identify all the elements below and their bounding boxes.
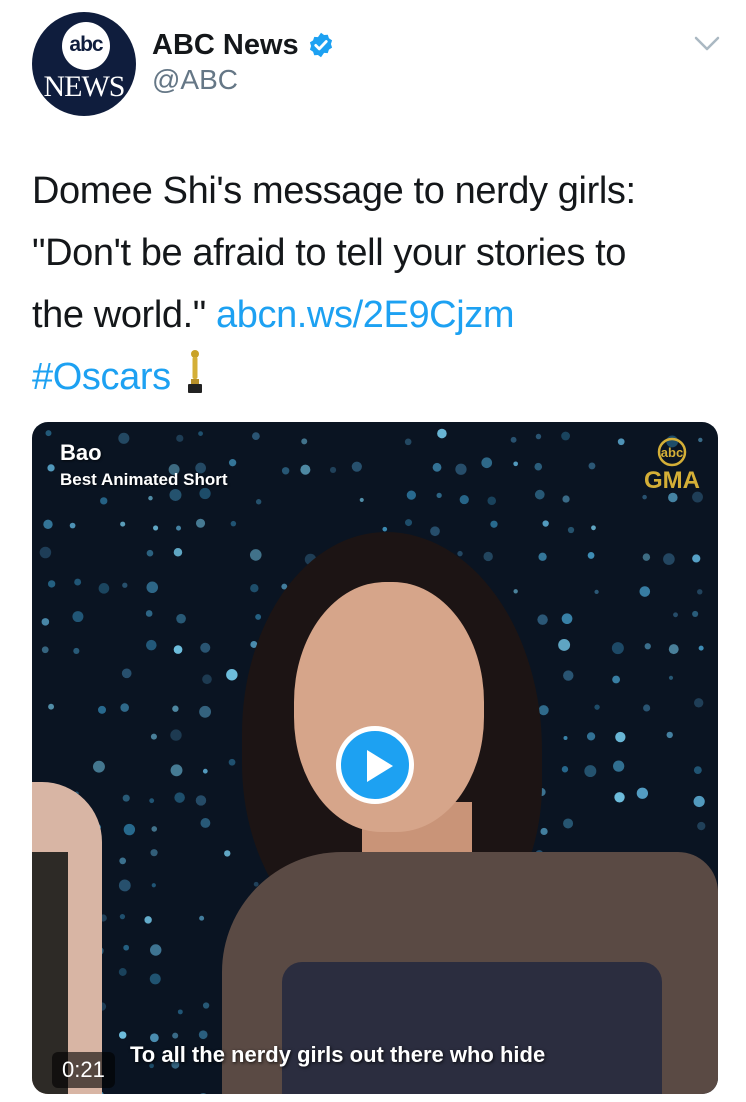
tweet-header: abc NEWS ABC News @ABC <box>0 0 746 130</box>
tweet-line-3: the world." abcn.ws/2E9Cjzm <box>32 284 722 346</box>
avatar[interactable]: abc NEWS <box>32 12 136 116</box>
handle[interactable]: @ABC <box>152 64 238 96</box>
display-name[interactable]: ABC News <box>152 29 299 62</box>
tweet-line-4: #Oscars <box>32 346 722 408</box>
video-player[interactable]: Bao Best Animated Short abc GMA To all t… <box>32 422 718 1094</box>
tweet-line-2: "Don't be afraid to tell your stories to <box>32 232 627 274</box>
verified-badge-icon <box>309 32 332 58</box>
chevron-down-icon[interactable] <box>694 34 720 54</box>
play-button[interactable] <box>336 726 414 804</box>
hashtag-link[interactable]: #Oscars <box>32 356 171 398</box>
speaker-dress-inner <box>282 962 662 1094</box>
tweet-line-3-text: the world." <box>32 294 216 336</box>
tweet-text: Domee Shi's message to nerdy girls: "Don… <box>32 160 722 408</box>
video-duration: 0:21 <box>52 1052 115 1088</box>
video-overlay-title: Bao <box>60 440 102 465</box>
play-icon <box>367 750 393 782</box>
video-overlay-subtitle: Best Animated Short <box>60 470 228 489</box>
tweet-link[interactable]: abcn.ws/2E9Cjzm <box>216 294 515 336</box>
gma-logo-text: GMA <box>644 467 700 494</box>
oscar-trophy-icon <box>187 350 202 393</box>
name-row: ABC News <box>152 26 335 64</box>
gma-logo-abc: abc <box>661 445 683 460</box>
avatar-abc-logo: abc <box>62 22 110 70</box>
avatar-news-text: NEWS <box>43 70 126 103</box>
video-caption: To all the nerdy girls out there who hid… <box>130 1042 546 1067</box>
gma-logo-icon: abc GMA <box>644 437 700 494</box>
tweet-line-1: Domee Shi's message to nerdy girls: <box>32 170 636 212</box>
